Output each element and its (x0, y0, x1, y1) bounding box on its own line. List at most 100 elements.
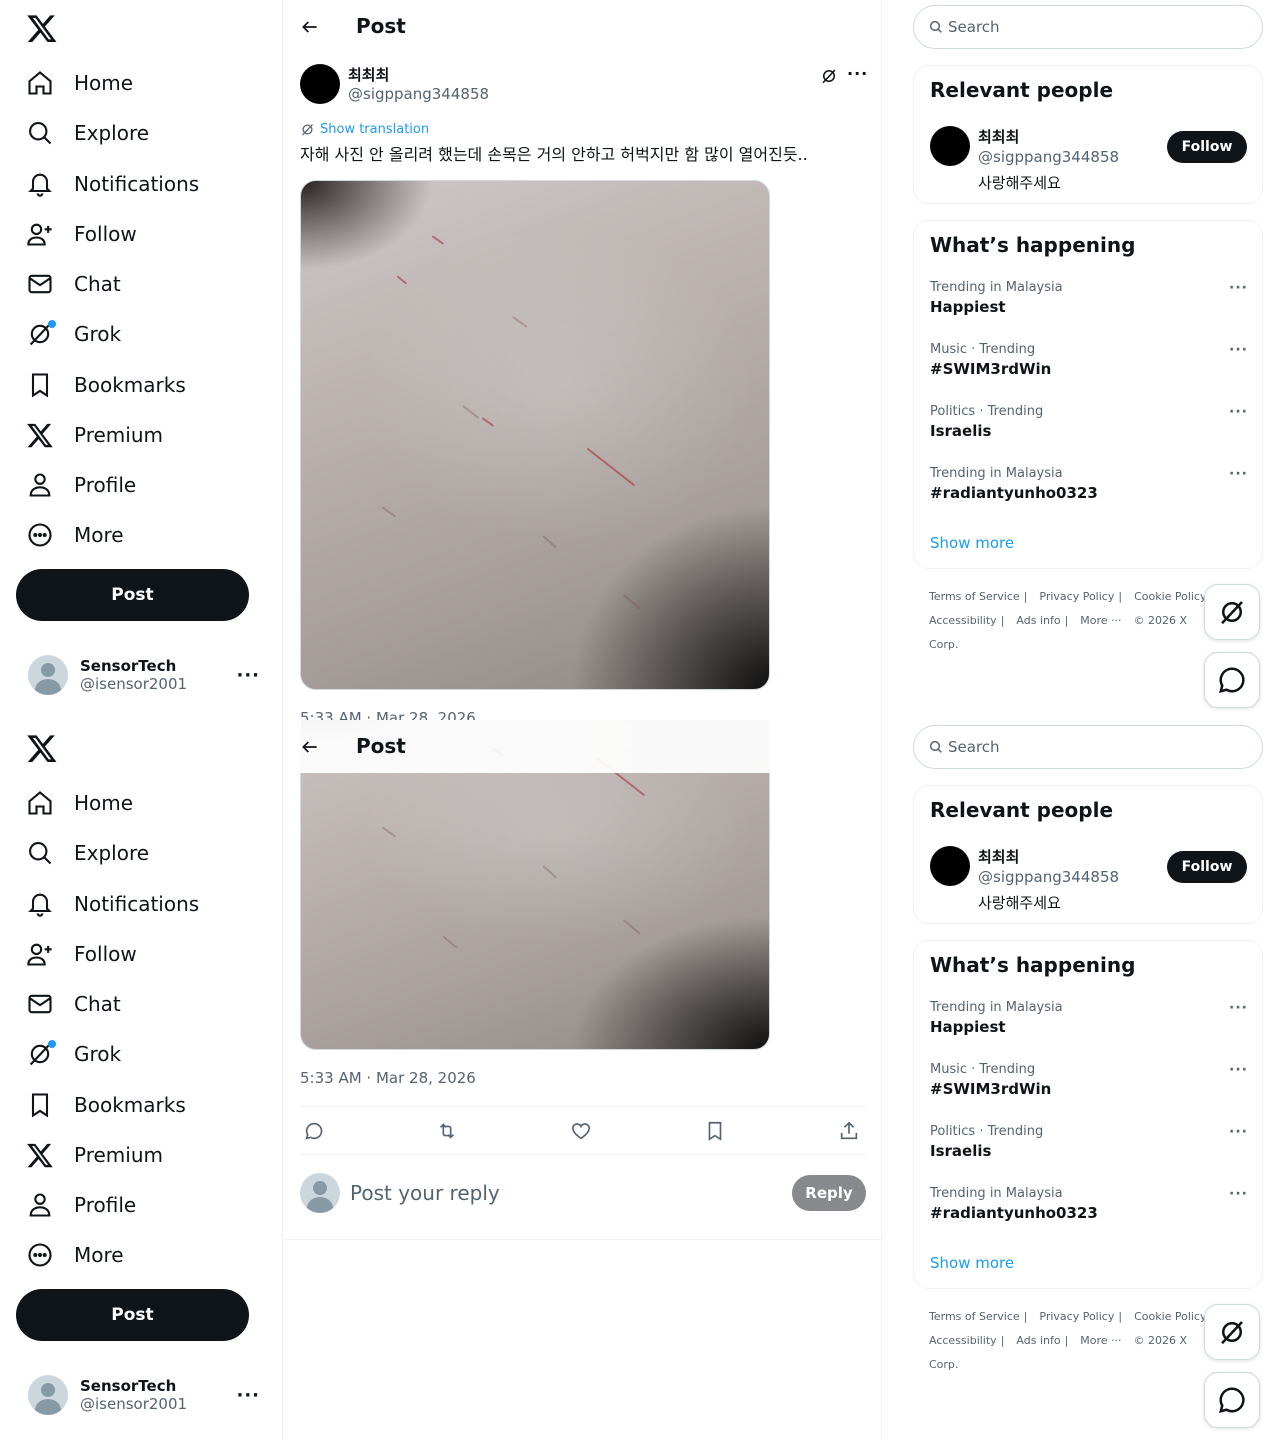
reply-icon[interactable] (303, 1120, 325, 1142)
nav-profile[interactable]: Profile (26, 465, 136, 505)
trend-item[interactable]: Politics · Trending Israelis ··· (930, 1124, 1248, 1160)
messages-floating-button[interactable] (1204, 652, 1260, 708)
back-arrow-icon[interactable] (300, 17, 320, 37)
nav-profile[interactable]: Profile (26, 1185, 136, 1225)
search-input[interactable]: Search (913, 725, 1263, 769)
show-more-link[interactable]: Show more (930, 534, 1014, 552)
avatar[interactable] (930, 126, 970, 166)
show-more-link[interactable]: Show more (930, 1254, 1014, 1272)
nav-grok[interactable]: Grok (26, 314, 121, 354)
back-arrow-icon[interactable] (300, 737, 320, 757)
trend-item[interactable]: Trending in Malaysia #radiantyunho0323 ·… (930, 1186, 1248, 1222)
nav-home[interactable]: Home (26, 783, 133, 823)
more-icon[interactable]: ··· (1229, 1000, 1248, 1016)
footer-link[interactable]: More ··· (1080, 1334, 1121, 1347)
nav-more[interactable]: More (26, 1235, 124, 1275)
nav-bookmarks[interactable]: Bookmarks (26, 365, 186, 405)
follow-button[interactable]: Follow (1167, 131, 1247, 163)
nav-notifications[interactable]: Notifications (26, 884, 199, 924)
x-logo-icon[interactable] (26, 732, 58, 764)
footer-link[interactable]: Terms of Service (929, 1310, 1020, 1323)
person-name[interactable]: 최최최 (978, 126, 1019, 147)
nav-premium[interactable]: Premium (26, 415, 163, 455)
avatar[interactable] (300, 64, 340, 104)
bookmark-icon[interactable] (704, 1120, 726, 1142)
more-icon[interactable]: ··· (1229, 466, 1248, 482)
account-switcher[interactable]: SensorTech @isensor2001 ··· (28, 655, 268, 695)
reply-input[interactable]: Post your reply (350, 1181, 792, 1205)
person-handle[interactable]: @sigppang344858 (978, 868, 1119, 886)
repost-icon[interactable] (436, 1120, 458, 1142)
share-icon[interactable] (838, 1120, 860, 1142)
post-author[interactable]: 최최최 @sigppang344858 (300, 64, 489, 104)
footer-link[interactable]: Cookie Policy (1134, 1310, 1206, 1323)
trend-item[interactable]: Trending in Malaysia #radiantyunho0323 ·… (930, 466, 1248, 502)
nav-chat[interactable]: Chat (26, 984, 121, 1024)
avatar[interactable] (930, 846, 970, 886)
post-actions (300, 1106, 866, 1155)
person-add-icon (27, 223, 52, 246)
more-icon[interactable]: ··· (1229, 1186, 1248, 1202)
nav-bookmarks[interactable]: Bookmarks (26, 1085, 186, 1125)
trend-item[interactable]: Music · Trending #SWIM3rdWin ··· (930, 1062, 1248, 1098)
grok-icon[interactable] (820, 67, 838, 85)
trend-item[interactable]: Music · Trending #SWIM3rdWin ··· (930, 342, 1248, 378)
nav-more[interactable]: More (26, 515, 124, 555)
bell-icon (28, 173, 52, 197)
more-icon[interactable]: ··· (1229, 280, 1248, 296)
nav-chat[interactable]: Chat (26, 264, 121, 304)
x-logo-icon[interactable] (26, 12, 58, 44)
relevant-people-card: Relevant people 최최최 @sigppang344858 사랑해주… (913, 785, 1263, 924)
post-image[interactable] (300, 180, 770, 690)
nav-notifications[interactable]: Notifications (26, 164, 199, 204)
person-handle[interactable]: @sigppang344858 (978, 148, 1119, 166)
person-name[interactable]: 최최최 (978, 846, 1019, 867)
footer-link[interactable]: Accessibility (929, 614, 997, 627)
search-input[interactable]: Search (913, 5, 1263, 49)
trend-item[interactable]: Trending in Malaysia Happiest ··· (930, 280, 1248, 316)
nav-label: Chat (74, 272, 121, 296)
nav-premium[interactable]: Premium (26, 1135, 163, 1175)
post-button[interactable]: Post (16, 1289, 249, 1341)
post-timestamp[interactable]: 5:33 AM · Mar 28, 2026 (300, 709, 476, 720)
reply-button[interactable]: Reply (792, 1175, 866, 1211)
footer-link[interactable]: Privacy Policy (1039, 1310, 1114, 1323)
nav-explore[interactable]: Explore (26, 113, 149, 153)
trend-item[interactable]: Trending in Malaysia Happiest ··· (930, 1000, 1248, 1036)
nav-label: Notifications (74, 172, 200, 196)
more-icon[interactable]: ··· (236, 1385, 260, 1406)
footer-link[interactable]: Ads info (1016, 1334, 1060, 1347)
account-switcher[interactable]: SensorTech @isensor2001 ··· (28, 1375, 268, 1415)
footer-link[interactable]: Ads info (1016, 614, 1060, 627)
footer-link[interactable]: More ··· (1080, 614, 1121, 627)
nav-grok[interactable]: Grok (26, 1034, 121, 1074)
grok-floating-button[interactable] (1204, 584, 1260, 640)
more-icon[interactable]: ··· (236, 665, 260, 686)
footer-link[interactable]: Terms of Service (929, 590, 1020, 603)
post-button[interactable]: Post (16, 569, 249, 621)
account-name: SensorTech (80, 1377, 177, 1395)
show-translation-link[interactable]: Show translation (300, 122, 429, 137)
follow-button[interactable]: Follow (1167, 851, 1247, 883)
more-icon[interactable]: ··· (1229, 1124, 1248, 1140)
author-handle[interactable]: @sigppang344858 (348, 85, 489, 103)
author-name[interactable]: 최최최 (348, 64, 489, 85)
more-icon[interactable]: ··· (847, 64, 868, 83)
footer-link[interactable]: Privacy Policy (1039, 590, 1114, 603)
more-icon[interactable]: ··· (1229, 1062, 1248, 1078)
more-icon[interactable]: ··· (1229, 404, 1248, 420)
nav-follow[interactable]: Follow (26, 214, 137, 254)
grok-floating-button[interactable] (1204, 1304, 1260, 1360)
nav-follow[interactable]: Follow (26, 934, 137, 974)
like-icon[interactable] (570, 1120, 592, 1142)
messages-floating-button[interactable] (1204, 1372, 1260, 1428)
footer-link[interactable]: Cookie Policy (1134, 590, 1206, 603)
more-icon[interactable]: ··· (1229, 342, 1248, 358)
footer-link[interactable]: Accessibility (929, 1334, 997, 1347)
post-timestamp[interactable]: 5:33 AM · Mar 28, 2026 (300, 1069, 476, 1087)
right-sidebar: Search Relevant people 최최최 @sigppang3448… (883, 720, 1280, 1440)
nav-explore[interactable]: Explore (26, 833, 149, 873)
footer-links: Terms of Service | Privacy Policy | Cookie P… (929, 1310, 1207, 1371)
trend-item[interactable]: Politics · Trending Israelis ··· (930, 404, 1248, 440)
nav-home[interactable]: Home (26, 63, 133, 103)
